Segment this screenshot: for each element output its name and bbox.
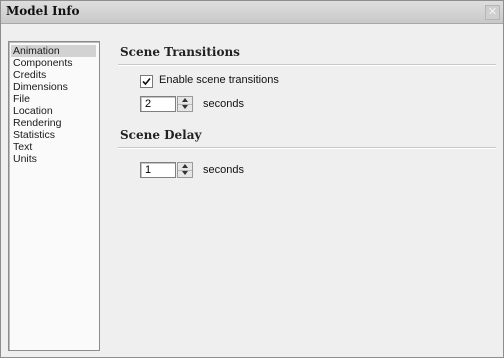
transition-duration-spin [177, 96, 193, 112]
section-divider [118, 64, 496, 66]
scene-delay-input[interactable] [140, 162, 176, 178]
transition-duration-input[interactable] [140, 96, 176, 112]
enable-transitions-label: Enable scene transitions [159, 74, 279, 86]
window-title: Model Info [6, 4, 80, 18]
sidebar-item-statistics[interactable]: Statistics [11, 129, 57, 141]
arrow-up-icon [182, 98, 188, 102]
checkmark-icon [142, 77, 151, 86]
scene-delay-heading: Scene Delay [120, 128, 202, 142]
decrement-button[interactable] [178, 104, 192, 111]
sidebar-item-rendering[interactable]: Rendering [11, 117, 63, 129]
sidebar-item-location[interactable]: Location [11, 105, 55, 117]
model-info-dialog: Model Info ✕ Animation Components Credit… [0, 0, 504, 358]
sidebar-item-units[interactable]: Units [11, 153, 39, 165]
close-icon[interactable]: ✕ [485, 5, 500, 20]
delay-seconds-label: seconds [203, 164, 244, 176]
title-bar[interactable]: Model Info ✕ [1, 1, 503, 24]
arrow-down-icon [182, 171, 188, 175]
sidebar-item-file[interactable]: File [11, 93, 32, 105]
sidebar-item-components[interactable]: Components [11, 57, 75, 69]
transition-duration-stepper [140, 96, 195, 114]
transition-seconds-label: seconds [203, 98, 244, 110]
scene-delay-stepper [140, 162, 195, 180]
sidebar-item-text[interactable]: Text [11, 141, 34, 153]
sidebar-item-dimensions[interactable]: Dimensions [11, 81, 70, 93]
scene-transitions-heading: Scene Transitions [120, 45, 240, 59]
scene-delay-spin [177, 162, 193, 178]
enable-transitions-checkbox[interactable] [140, 75, 153, 88]
sidebar-item-credits[interactable]: Credits [11, 69, 48, 81]
category-list[interactable]: Animation Components Credits Dimensions … [8, 41, 100, 351]
sidebar-item-animation[interactable]: Animation [11, 45, 96, 57]
arrow-down-icon [182, 105, 188, 109]
decrement-button[interactable] [178, 170, 192, 177]
section-divider [118, 147, 496, 149]
arrow-up-icon [182, 164, 188, 168]
